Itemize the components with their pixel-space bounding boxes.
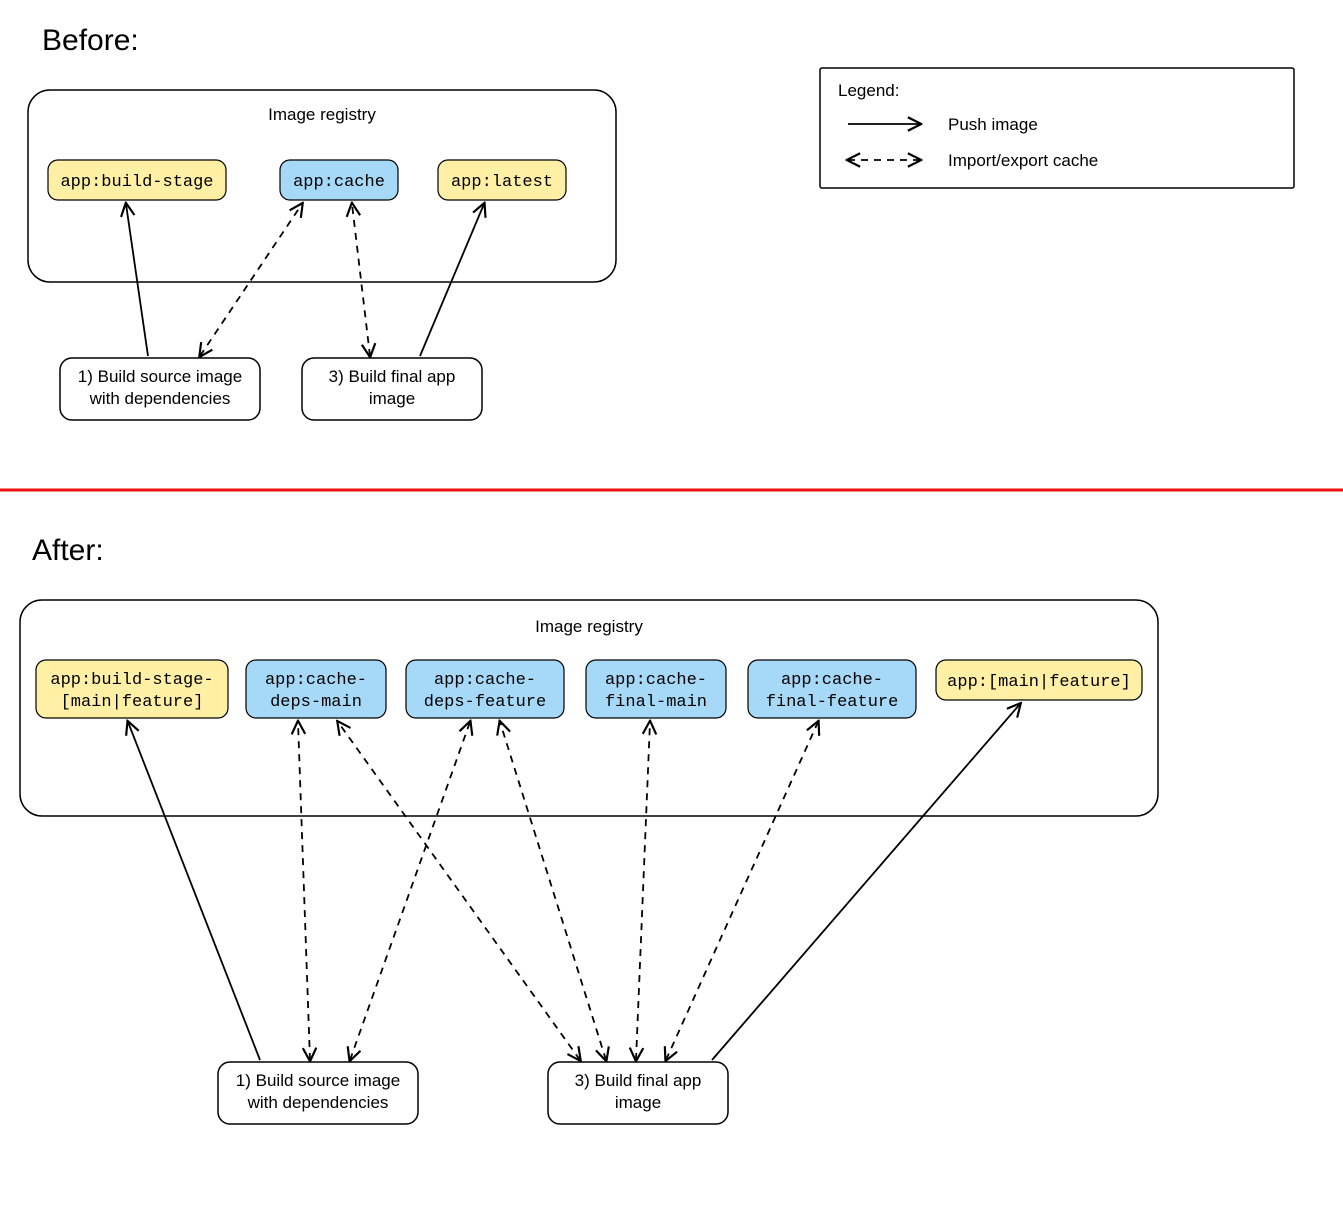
before-step1-l2: with dependencies <box>89 389 231 408</box>
before-step3-l2: image <box>369 389 415 408</box>
legend: Legend: Push image Import/export cache <box>820 68 1294 188</box>
before-heading: Before: <box>42 24 139 57</box>
legend-cache-label: Import/export cache <box>948 151 1098 170</box>
tag-app-cache: app:cache <box>280 160 398 200</box>
after-step3: 3) Build final app image <box>548 1062 728 1124</box>
legend-push-label: Push image <box>948 115 1038 134</box>
tag-after-cfm-l1: app:cache- <box>605 671 707 690</box>
tag-after-build-stage: app:build-stage- [main|feature] <box>36 660 228 718</box>
tag-app-build-stage: app:build-stage <box>48 160 226 200</box>
tag-after-main-feature: app:[main|feature] <box>936 660 1142 700</box>
before-step1: 1) Build source image with dependencies <box>60 358 260 420</box>
tag-after-cache-deps-feature: app:cache- deps-feature <box>406 660 564 718</box>
diagram-canvas: Before: Legend: Push image Import/export… <box>0 0 1343 1214</box>
after-step3-l1: 3) Build final app <box>575 1071 702 1090</box>
tag-after-build-stage-l2: [main|feature] <box>61 693 204 712</box>
tag-after-cdf-l2: deps-feature <box>424 693 546 712</box>
tag-after-cfm-l2: final-main <box>605 693 707 712</box>
tag-after-cdm-l2: deps-main <box>270 693 362 712</box>
tag-after-cff-l2: final-feature <box>766 693 899 712</box>
after-heading: After: <box>32 534 104 567</box>
tag-after-mf-label: app:[main|feature] <box>947 673 1131 692</box>
after-step1: 1) Build source image with dependencies <box>218 1062 418 1124</box>
tag-app-latest: app:latest <box>438 160 566 200</box>
after-step3-l2: image <box>615 1093 661 1112</box>
before-step3-l1: 3) Build final app <box>329 367 456 386</box>
legend-title: Legend: <box>838 81 899 100</box>
tag-after-build-stage-l1: app:build-stage- <box>50 671 213 690</box>
tag-after-cdf-l1: app:cache- <box>434 671 536 690</box>
after-registry-title: Image registry <box>535 617 643 636</box>
before-registry-title: Image registry <box>268 105 376 124</box>
tag-after-cache-final-feature: app:cache- final-feature <box>748 660 916 718</box>
before-step1-l1: 1) Build source image <box>78 367 242 386</box>
tag-app-build-stage-label: app:build-stage <box>60 173 213 192</box>
before-step3: 3) Build final app image <box>302 358 482 420</box>
tag-after-cache-deps-main: app:cache- deps-main <box>246 660 386 718</box>
tag-app-latest-label: app:latest <box>451 173 553 192</box>
tag-app-cache-label: app:cache <box>293 173 385 192</box>
after-step1-l2: with dependencies <box>247 1093 389 1112</box>
tag-after-cdm-l1: app:cache- <box>265 671 367 690</box>
tag-after-cff-l1: app:cache- <box>781 671 883 690</box>
after-step1-l1: 1) Build source image <box>236 1071 400 1090</box>
tag-after-cache-final-main: app:cache- final-main <box>586 660 726 718</box>
